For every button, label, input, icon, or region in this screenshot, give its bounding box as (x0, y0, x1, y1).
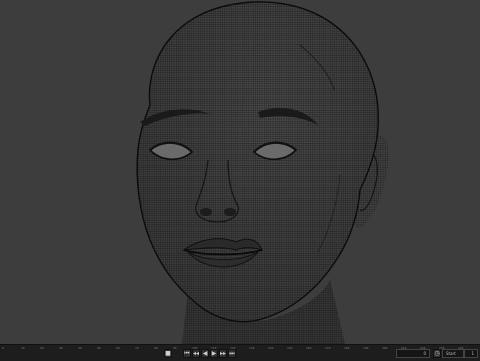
timeline-tick-label: 70 (135, 346, 139, 350)
frame-fields: 0 ◷ Start 1 (396, 348, 478, 359)
timeline-bar[interactable]: 0 10 20 30 40 50 60 70 80 90 100 110 120 130 140 150 160… (0, 344, 480, 361)
timeline-tick-label: 190 (363, 346, 369, 350)
timeline-tick-label: 160 (306, 346, 312, 350)
timeline-tick-label: 150 (287, 346, 293, 350)
head-wireframe (136, 1, 389, 344)
timeline-tick-label: 40 (78, 346, 82, 350)
3d-viewport[interactable] (0, 0, 480, 344)
head-mesh (136, 1, 380, 323)
jump-start-icon[interactable]: ⏮ (183, 349, 191, 358)
timeline-tick-label: 20 (40, 346, 44, 350)
timeline-tick-label: 80 (154, 346, 158, 350)
start-frame-field[interactable]: 1 (464, 349, 478, 358)
timeline-tick-label: 170 (325, 346, 331, 350)
timeline-tick-label: 30 (59, 346, 63, 350)
timeline-tick-label: 180 (344, 346, 350, 350)
clock-icon[interactable]: ◷ (433, 349, 441, 358)
timeline-tick-label: 10 (21, 346, 25, 350)
prev-keyframe-icon[interactable]: ◂◂ (192, 349, 200, 358)
stop-icon[interactable]: ■ (164, 349, 172, 358)
start-label: Start (442, 349, 464, 358)
timeline-tick-label: 60 (116, 346, 120, 350)
playback-controls: ■ ⏮ ◂◂ ◀ ▶ ▸▸ ⏭ (164, 348, 237, 359)
timeline-tick-label: 200 (382, 346, 388, 350)
timeline-tick-label: 50 (97, 346, 101, 350)
timeline-tick-label: 140 (268, 346, 274, 350)
next-keyframe-icon[interactable]: ▸▸ (219, 349, 227, 358)
play-icon[interactable]: ▶ (210, 349, 218, 358)
timeline-tick-label: 130 (249, 346, 255, 350)
current-frame-field[interactable]: 0 (396, 349, 430, 358)
timeline-tick-label: 0 (2, 346, 4, 350)
jump-end-icon[interactable]: ⏭ (228, 349, 236, 358)
play-reverse-icon[interactable]: ◀ (201, 349, 209, 358)
